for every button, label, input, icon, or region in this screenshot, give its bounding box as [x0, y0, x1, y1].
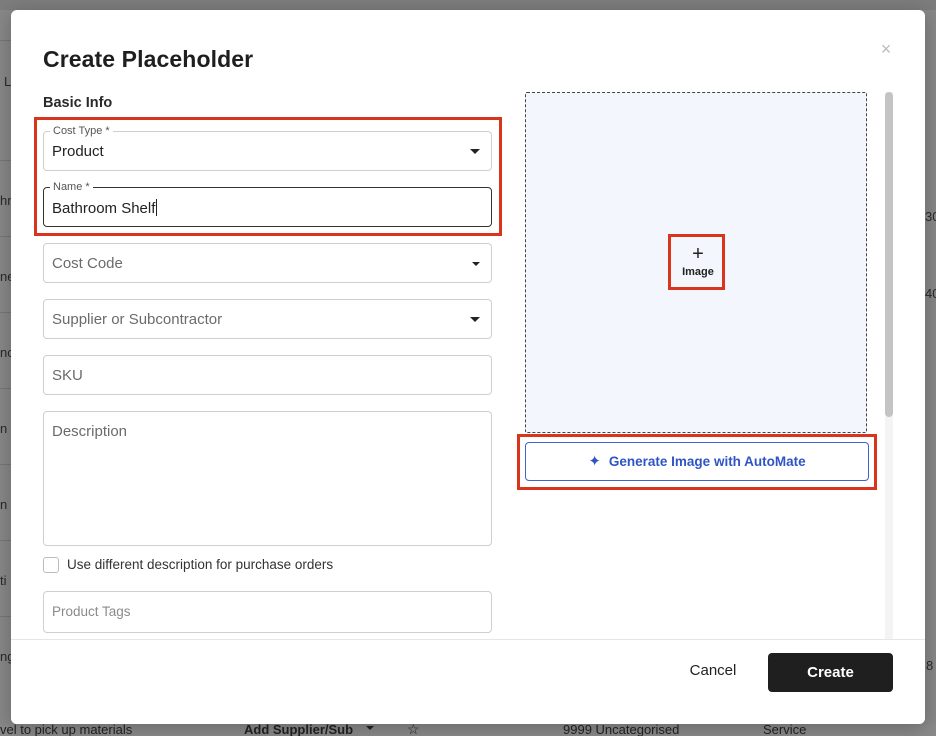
description-placeholder: Description — [52, 423, 128, 440]
background-type: Service — [763, 724, 807, 736]
name-field[interactable]: Name * Bathroom Shelf — [43, 181, 492, 227]
text-cursor — [156, 199, 158, 216]
create-placeholder-modal: Create Placeholder × Basic Info Cost Typ… — [11, 10, 925, 724]
generate-image-automate-button[interactable]: ✦ Generate Image with AutoMate — [525, 442, 869, 481]
cost-type-value: Product — [52, 143, 104, 160]
sku-input[interactable]: SKU — [43, 355, 492, 395]
description-textarea[interactable]: Description — [43, 411, 492, 546]
background-header — [0, 0, 936, 10]
add-image-label: Image — [682, 266, 714, 278]
checkbox-icon[interactable] — [43, 557, 59, 573]
chevron-down-icon — [366, 726, 374, 730]
background-text: n — [0, 497, 8, 512]
sku-placeholder: SKU — [52, 367, 83, 384]
supplier-placeholder: Supplier or Subcontractor — [52, 311, 223, 328]
background-text: n — [0, 421, 8, 436]
product-tags-placeholder: Product Tags — [52, 604, 131, 619]
background-supplier-label: Add Supplier/Sub — [244, 724, 354, 736]
background-text: ti — [0, 573, 7, 588]
background-text: 8 — [926, 658, 934, 673]
background-text: 30 — [925, 209, 936, 224]
cost-code-select[interactable]: Cost Code — [43, 243, 492, 283]
product-tags-input[interactable]: Product Tags — [43, 591, 492, 633]
name-label: Name * — [50, 181, 93, 194]
sparkle-icon: ✦ — [588, 453, 601, 470]
name-value-wrap: Bathroom Shelf — [52, 199, 158, 217]
section-title-basic-info: Basic Info — [43, 95, 113, 111]
dropdown-caret-icon — [470, 317, 480, 322]
scrollbar-thumb[interactable] — [885, 92, 893, 417]
background-table-row: vel to pick up materials Add Supplier/Su… — [0, 724, 936, 736]
cost-type-label: Cost Type * — [50, 125, 113, 138]
background-task-text: vel to pick up materials — [0, 724, 133, 736]
cost-type-select[interactable]: Cost Type * Product — [43, 125, 492, 171]
generate-image-label: Generate Image with AutoMate — [608, 454, 806, 469]
background-text: 40 — [925, 286, 936, 301]
supplier-select[interactable]: Supplier or Subcontractor — [43, 299, 492, 339]
star-icon: ☆ — [407, 724, 420, 736]
create-button[interactable]: Create — [768, 653, 893, 692]
modal-title: Create Placeholder — [43, 46, 254, 72]
cost-code-placeholder: Cost Code — [52, 255, 123, 272]
dropdown-caret-icon — [472, 262, 480, 266]
different-description-label[interactable]: Use different description for purchase o… — [67, 557, 333, 572]
add-image-button[interactable]: + Image — [673, 239, 723, 287]
close-icon[interactable]: × — [877, 38, 895, 60]
name-value: Bathroom Shelf — [52, 200, 156, 217]
background-cost-code: 9999 Uncategorised — [563, 724, 680, 736]
cancel-button[interactable]: Cancel — [673, 662, 753, 682]
plus-icon: + — [692, 243, 704, 265]
dropdown-caret-icon — [470, 149, 480, 154]
background-text: hr — [0, 193, 12, 208]
